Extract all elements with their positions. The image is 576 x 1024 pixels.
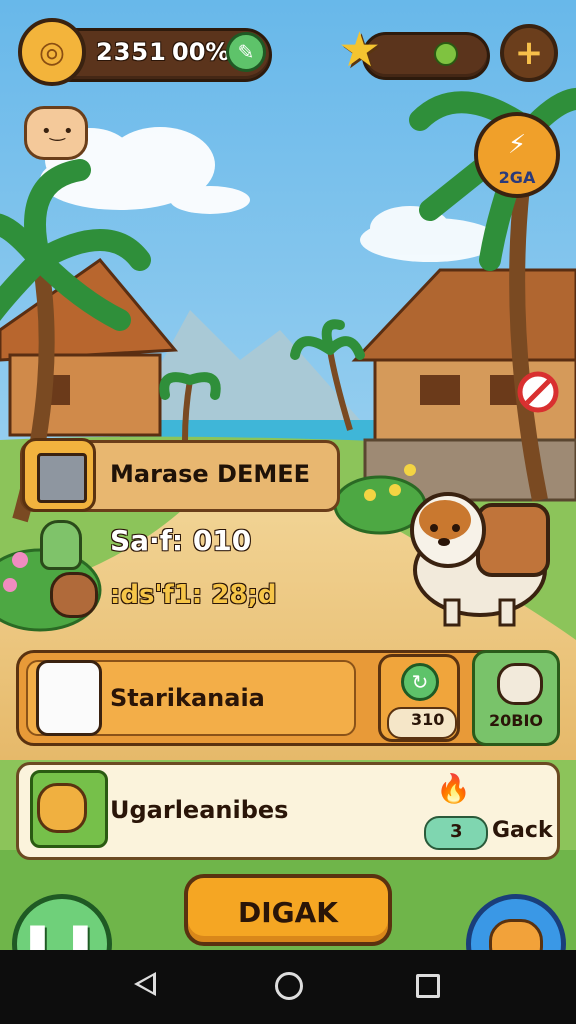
timer-badge-label: 2GA bbox=[498, 168, 536, 187]
back-link[interactable]: Gack bbox=[492, 818, 553, 843]
cost-value: 310 bbox=[411, 710, 445, 729]
pet-face-icon bbox=[497, 663, 543, 705]
timer-badge[interactable]: ⚡ 2GA bbox=[474, 112, 560, 198]
main-action-button[interactable]: DIGAK bbox=[184, 874, 392, 946]
refresh-icon: ↻ bbox=[401, 663, 439, 701]
home-nav-icon[interactable] bbox=[275, 972, 303, 1000]
quest-item-icon bbox=[22, 438, 96, 512]
pet-slot-button[interactable]: 20BIO bbox=[472, 650, 560, 746]
pet-value: 20BIO bbox=[489, 711, 544, 730]
star-icon: ★ bbox=[338, 22, 382, 78]
main-action-label: DIGAK bbox=[237, 896, 338, 929]
quest-stat-line: Sa·f: 010 bbox=[110, 524, 252, 557]
fire-icon: 🔥 bbox=[436, 772, 471, 805]
coin-count: 2351 bbox=[96, 38, 167, 66]
add-button[interactable]: + bbox=[500, 24, 558, 82]
green-character[interactable] bbox=[40, 520, 82, 570]
brown-character[interactable] bbox=[50, 572, 98, 618]
chip-badge: 3 bbox=[424, 816, 488, 850]
quest-reward-line: :ds'f1: 28;d bbox=[110, 580, 277, 610]
leaf-icon bbox=[434, 42, 458, 66]
cost-button[interactable]: ↻ 310 bbox=[378, 654, 460, 742]
edit-pencil-icon[interactable]: ✎ bbox=[226, 32, 266, 72]
percent-value: 00% bbox=[172, 38, 230, 66]
info-label: Ugarleanibes bbox=[110, 796, 289, 824]
no-entry-sign-icon[interactable] bbox=[517, 371, 559, 413]
quest-title: Marase DEMEE bbox=[110, 460, 311, 488]
action-label: Starikanaia bbox=[110, 684, 265, 712]
chip-value: 3 bbox=[450, 821, 463, 842]
cat-basket-icon bbox=[30, 770, 108, 848]
coin-icon: ◎ bbox=[18, 18, 86, 86]
bread-face-icon[interactable]: • ͜ • bbox=[24, 106, 88, 160]
recents-nav-icon[interactable] bbox=[416, 974, 440, 998]
sugar-cube-icon bbox=[36, 660, 102, 736]
